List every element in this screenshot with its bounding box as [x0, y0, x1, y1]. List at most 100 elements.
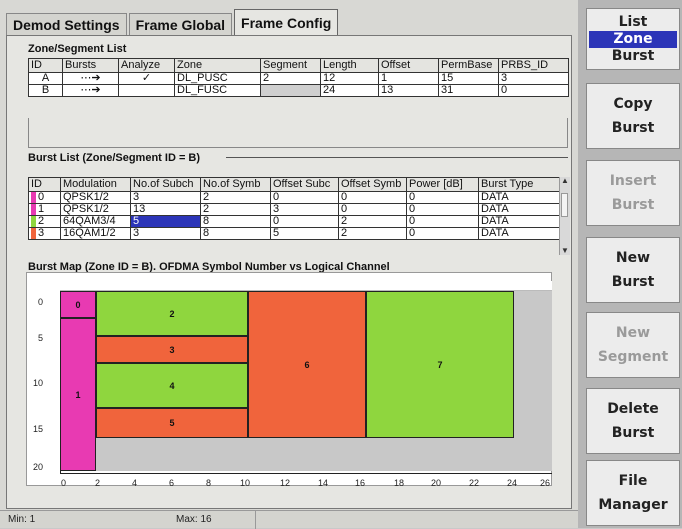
burst-list-scrollbar[interactable]: ▲ ▼: [559, 177, 570, 255]
permbase-cell[interactable]: 15: [438, 72, 499, 85]
burst-id-cell[interactable]: 0: [28, 191, 61, 204]
burst-block-2[interactable]: 2: [96, 291, 248, 336]
burst-type-cell[interactable]: DATA: [478, 191, 561, 204]
burst-id-cell[interactable]: 2: [28, 215, 61, 228]
offset-subc-cell[interactable]: 5: [270, 227, 339, 240]
insert-burst-button[interactable]: Insert Burst: [586, 160, 680, 226]
burst-type-cell[interactable]: DATA: [478, 227, 561, 240]
offset-symb-cell[interactable]: 0: [338, 203, 407, 216]
list-option-zone-selected[interactable]: Zone: [589, 30, 677, 48]
column-header: ID: [28, 58, 63, 73]
y-tick-label: 0: [38, 297, 44, 307]
x-tick-label: 14: [318, 478, 329, 488]
table-row[interactable]: 3 16QAM1/2 3 8 5 2 0 DATA: [28, 227, 561, 240]
offset-subc-cell[interactable]: 0: [270, 215, 339, 228]
burst-block-6[interactable]: 6: [248, 291, 366, 438]
burst-map-plot: 0 1 2 3 4 5 6 7: [60, 291, 552, 471]
insert-burst-label-1: Insert: [609, 173, 657, 189]
new-segment-button[interactable]: New Segment: [586, 312, 680, 378]
new-segment-label-2: Segment: [597, 349, 669, 365]
power-cell[interactable]: 0: [406, 191, 479, 204]
zone-id-cell[interactable]: B: [28, 84, 63, 97]
offset-cell[interactable]: 1: [378, 72, 439, 85]
burst-type-cell[interactable]: DATA: [478, 215, 561, 228]
list-option-burst[interactable]: Burst: [612, 48, 655, 65]
analyze-checkbox[interactable]: [118, 84, 175, 97]
burst-block-0[interactable]: 0: [60, 291, 96, 318]
bursts-link-icon[interactable]: ⋯➔: [62, 72, 119, 85]
offset-subc-cell[interactable]: 0: [270, 191, 339, 204]
modulation-cell[interactable]: 16QAM1/2: [60, 227, 131, 240]
burst-block-5[interactable]: 5: [96, 408, 248, 438]
tab-frame-config[interactable]: Frame Config: [234, 9, 339, 36]
scroll-up-icon[interactable]: ▲: [561, 177, 569, 185]
burst-block-3[interactable]: 3: [96, 336, 248, 363]
zone-cell[interactable]: DL_FUSC: [174, 84, 261, 97]
table-row[interactable]: 2 64QAM3/4 5 8 0 2 0 DATA: [28, 215, 561, 228]
segment-cell[interactable]: [260, 84, 321, 97]
column-header: ID: [28, 177, 61, 192]
nsubch-cell-selected[interactable]: 5: [130, 215, 201, 228]
offset-cell[interactable]: 13: [378, 84, 439, 97]
zone-cell[interactable]: DL_PUSC: [174, 72, 261, 85]
segment-cell[interactable]: 2: [260, 72, 321, 85]
burst-color-swatch: [31, 216, 36, 227]
table-row[interactable]: B ⋯➔ DL_FUSC 24 13 31 0: [28, 84, 569, 97]
burst-id: 3: [38, 227, 45, 239]
prbs-cell[interactable]: 3: [498, 72, 569, 85]
column-header: Offset: [378, 58, 439, 73]
nsymb-cell[interactable]: 8: [200, 227, 271, 240]
burst-block-1[interactable]: 1: [60, 318, 96, 471]
prbs-cell[interactable]: 0: [498, 84, 569, 97]
length-cell[interactable]: 24: [320, 84, 379, 97]
length-cell[interactable]: 12: [320, 72, 379, 85]
scroll-thumb[interactable]: [561, 193, 568, 217]
column-header: No.of Subch: [130, 177, 201, 192]
power-cell[interactable]: 0: [406, 215, 479, 228]
column-header: Bursts: [62, 58, 119, 73]
modulation-cell[interactable]: QPSK1/2: [60, 191, 131, 204]
column-header: Modulation: [60, 177, 131, 192]
new-burst-button[interactable]: New Burst: [586, 237, 680, 303]
table-row[interactable]: 0 QPSK1/2 3 2 0 0 0 DATA: [28, 191, 561, 204]
tab-frame-global[interactable]: Frame Global: [128, 13, 233, 36]
nsymb-cell[interactable]: 8: [200, 215, 271, 228]
delete-burst-button[interactable]: Delete Burst: [586, 388, 680, 454]
table-row[interactable]: 1 QPSK1/2 13 2 3 0 0 DATA: [28, 203, 561, 216]
nsymb-cell[interactable]: 2: [200, 191, 271, 204]
power-cell[interactable]: 0: [406, 203, 479, 216]
burst-block-4[interactable]: 4: [96, 363, 248, 408]
x-axis-line: [60, 473, 552, 474]
table-row[interactable]: A ⋯➔ ✓ DL_PUSC 2 12 1 15 3: [28, 72, 569, 85]
offset-symb-cell[interactable]: 0: [338, 191, 407, 204]
tab-demod-settings[interactable]: Demod Settings: [6, 13, 127, 36]
burst-type-cell[interactable]: DATA: [478, 203, 561, 216]
offset-symb-cell[interactable]: 2: [338, 215, 407, 228]
x-tick-label: 26: [540, 478, 551, 488]
burst-id-cell[interactable]: 3: [28, 227, 61, 240]
zone-id-cell[interactable]: A: [28, 72, 63, 85]
x-tick-label: 6: [169, 478, 175, 488]
file-manager-button[interactable]: File Manager: [586, 460, 680, 526]
offset-symb-cell[interactable]: 2: [338, 227, 407, 240]
analyze-checkbox[interactable]: ✓: [118, 72, 175, 85]
list-softkey[interactable]: List Zone Burst: [586, 8, 680, 70]
nsubch-cell[interactable]: 13: [130, 203, 201, 216]
permbase-cell[interactable]: 31: [438, 84, 499, 97]
nsubch-cell[interactable]: 3: [130, 191, 201, 204]
bursts-link-icon[interactable]: ⋯➔: [62, 84, 119, 97]
scroll-down-icon[interactable]: ▼: [561, 247, 569, 255]
burst-color-swatch: [31, 228, 36, 239]
nsymb-cell[interactable]: 2: [200, 203, 271, 216]
nsubch-cell[interactable]: 3: [130, 227, 201, 240]
burst-block-7[interactable]: 7: [366, 291, 514, 438]
modulation-cell[interactable]: 64QAM3/4: [60, 215, 131, 228]
new-segment-label-1: New: [615, 325, 651, 341]
column-header: Power [dB]: [406, 177, 479, 192]
burst-id-cell[interactable]: 1: [28, 203, 61, 216]
power-cell[interactable]: 0: [406, 227, 479, 240]
offset-subc-cell[interactable]: 3: [270, 203, 339, 216]
copy-burst-button[interactable]: Copy Burst: [586, 83, 680, 149]
burst-table: ID Modulation No.of Subch No.of Symb Off…: [28, 177, 561, 240]
modulation-cell[interactable]: QPSK1/2: [60, 203, 131, 216]
